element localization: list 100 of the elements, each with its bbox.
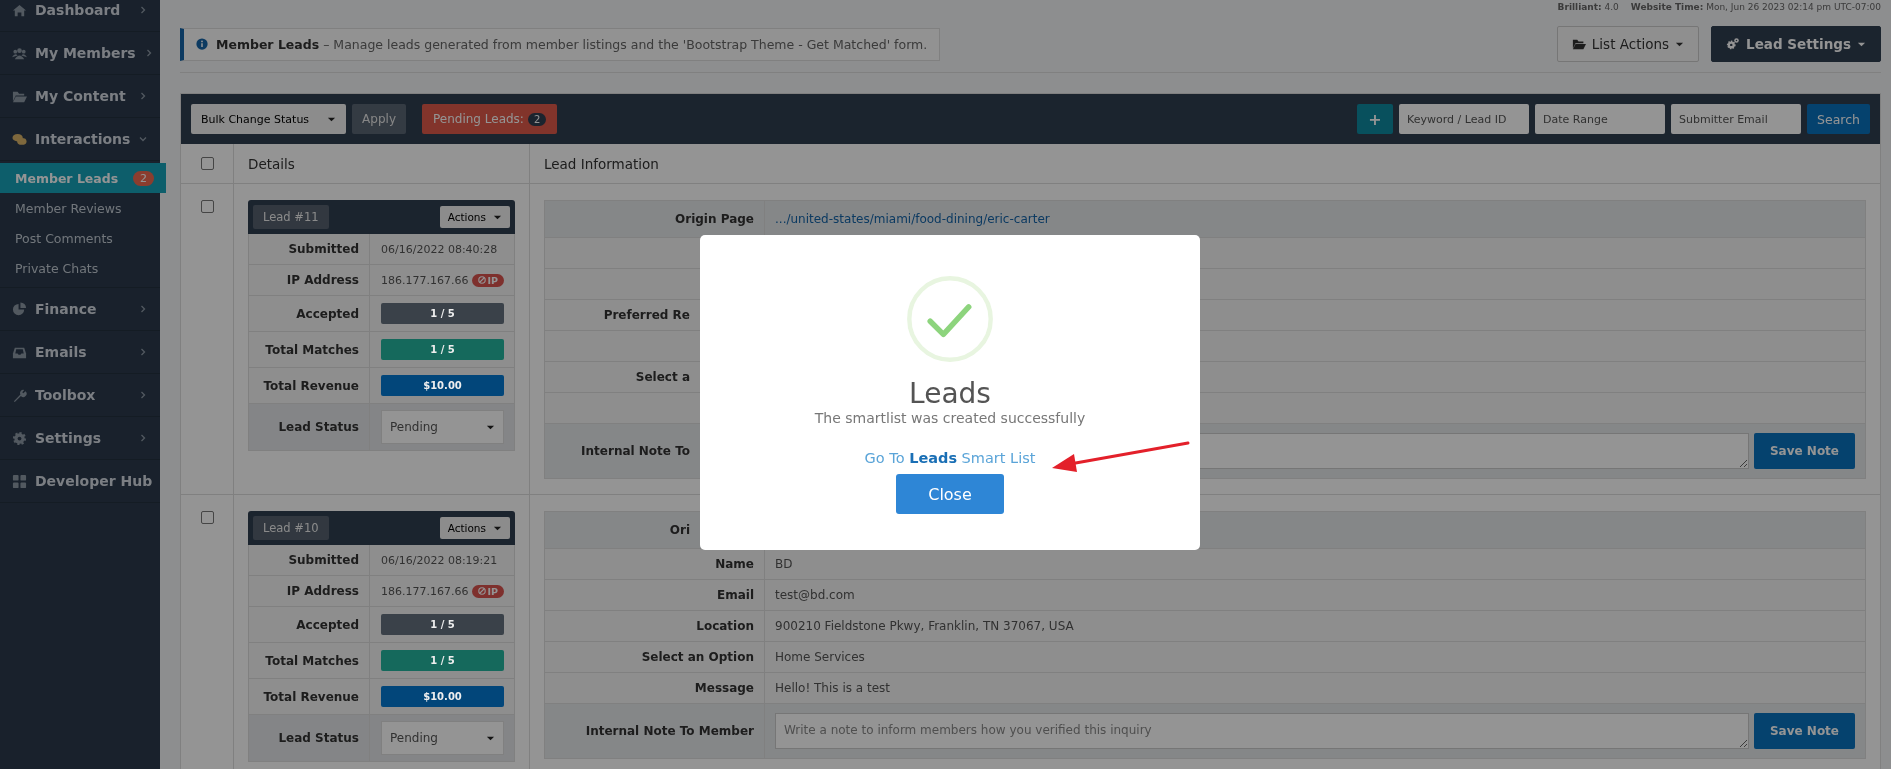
nav-item[interactable]: Interactions	[0, 118, 160, 161]
count-badge: 2	[133, 170, 154, 186]
nav-item[interactable]: Finance	[0, 288, 160, 331]
stat-pill: $10.00	[381, 686, 504, 707]
save-note-button[interactable]: Save Note	[1753, 713, 1855, 749]
actions-dropdown[interactable]: Actions	[439, 206, 510, 228]
column-header: Details	[248, 155, 295, 172]
bulk-status-dropdown[interactable]: Bulk Change Status	[191, 104, 347, 134]
dialog-title: Leads	[909, 377, 991, 410]
nav-subitem-label: Member Leads	[15, 170, 119, 186]
chevron-right-icon	[138, 390, 148, 400]
pie-chart-icon	[12, 301, 27, 317]
note-field[interactable]: Write a note to inform members how you verified this inquiry	[775, 713, 1749, 749]
field-label: Origin Page	[675, 212, 754, 226]
search-button[interactable]: Search	[1807, 104, 1870, 134]
ip-address: 186.177.167.66	[381, 584, 469, 598]
users-icon	[12, 45, 27, 61]
nav-subitem[interactable]: Member Reviews	[0, 193, 160, 223]
smart-list-link[interactable]: Go To Leads Smart List	[864, 450, 1036, 466]
detail-label: IP Address	[286, 273, 359, 287]
nav-item[interactable]: My Content	[0, 75, 160, 118]
row-checkbox[interactable]	[200, 200, 214, 213]
ip-address: 186.177.167.66	[381, 273, 469, 287]
stat-pill: 1 / 5	[381, 614, 504, 635]
stat-pill: $10.00	[381, 375, 504, 396]
field-label: Select an Option	[641, 650, 754, 664]
check-icon	[906, 275, 994, 363]
status-select[interactable]: Pending	[381, 410, 504, 444]
nav-subitem-label: Private Chats	[15, 260, 99, 276]
settings-icon	[12, 430, 27, 446]
nav-subitem-label: Post Comments	[15, 230, 113, 246]
apply-button[interactable]: Apply	[352, 104, 406, 134]
grid-icon	[12, 473, 27, 489]
stat-pill: 1 / 5	[381, 303, 504, 324]
detail-label: Accepted	[296, 306, 359, 321]
field-label: Ori	[669, 523, 690, 537]
stat-pill: 1 / 5	[381, 339, 504, 360]
field-label: Preferred Re	[603, 308, 690, 322]
lead-number: Lead #11	[253, 205, 329, 229]
detail-label: Total Revenue	[263, 689, 359, 704]
block-ip-badge[interactable]: IP	[471, 584, 504, 598]
nav-item[interactable]: My Members	[0, 32, 160, 75]
lead-number: Lead #10	[253, 516, 329, 540]
nav-subitem[interactable]: Member Leads 2	[0, 163, 166, 193]
gears-icon	[1726, 37, 1741, 51]
chevron-right-icon	[138, 91, 148, 101]
actions-dropdown[interactable]: Actions	[439, 517, 510, 539]
field-label: Message	[694, 681, 754, 695]
filter-field[interactable]: Submitter Email	[1671, 104, 1802, 134]
detail-label: Total Matches	[265, 653, 359, 668]
nav-item[interactable]: Developer Hub	[0, 460, 160, 503]
detail-label: Lead Status	[278, 731, 359, 745]
detail-label: Lead Status	[278, 420, 359, 434]
column-header: Lead Information	[544, 155, 659, 172]
filter-field[interactable]: Keyword / Lead ID	[1399, 104, 1530, 134]
nav-item[interactable]: Settings	[0, 417, 160, 460]
nav-item[interactable]: Dashboard	[0, 0, 160, 32]
select-all-checkbox[interactable]	[200, 157, 214, 170]
wrench-icon	[12, 387, 27, 403]
nav-subitem[interactable]: Private Chats	[0, 253, 160, 283]
detail-label: Total Revenue	[263, 378, 359, 393]
nav-item[interactable]: Emails	[0, 331, 160, 374]
row-checkbox[interactable]	[200, 511, 214, 524]
folder-icon	[1571, 37, 1586, 51]
origin-link[interactable]: .../united-states/miami/food-dining/eric-carter	[775, 212, 1050, 226]
save-note-button[interactable]: Save Note	[1753, 433, 1855, 469]
home-icon	[12, 2, 27, 18]
chat-icon	[12, 131, 27, 147]
count-badge: 2	[527, 112, 547, 126]
chevron-down-icon	[138, 134, 149, 144]
dropdown-button[interactable]: Lead Settings	[1711, 26, 1881, 62]
ban-icon	[477, 587, 486, 595]
chevron-right-icon	[138, 304, 148, 314]
field-value: Home Services	[775, 650, 865, 664]
nav-subitem[interactable]: Post Comments	[0, 223, 160, 253]
filter-field[interactable]: Date Range	[1535, 104, 1666, 134]
nav-item[interactable]: Toolbox	[0, 374, 160, 417]
status-select[interactable]: Pending	[381, 721, 504, 755]
chevron-right-icon	[138, 433, 148, 443]
ban-icon	[477, 276, 486, 284]
block-ip-badge[interactable]: IP	[471, 273, 504, 287]
detail-value: 06/16/2022 08:19:21	[381, 553, 498, 567]
field-label: Internal Note To Member	[585, 724, 754, 738]
website-time: Website Time: Mon, Jun 26 2023 02:14 pm UTC-07:00	[1630, 2, 1881, 14]
field-label: Internal Note To	[581, 444, 690, 458]
add-button[interactable]: +	[1357, 104, 1394, 134]
field-label: Name	[715, 557, 754, 571]
close-button[interactable]: Close	[896, 474, 1004, 514]
detail-label: IP Address	[286, 584, 359, 598]
detail-label: Submitted	[288, 553, 359, 567]
detail-label: Accepted	[296, 617, 359, 632]
field-label: Location	[696, 619, 754, 633]
nav-subitem-label: Member Reviews	[15, 200, 122, 216]
pending-leads-button[interactable]: Pending Leads: 2	[422, 104, 558, 134]
stat-pill: 1 / 5	[381, 650, 504, 671]
dropdown-button[interactable]: List Actions	[1556, 26, 1700, 62]
field-label: Email	[716, 588, 754, 602]
chevron-right-icon	[138, 5, 148, 15]
chevron-right-icon	[138, 347, 148, 357]
detail-label: Submitted	[288, 242, 359, 256]
